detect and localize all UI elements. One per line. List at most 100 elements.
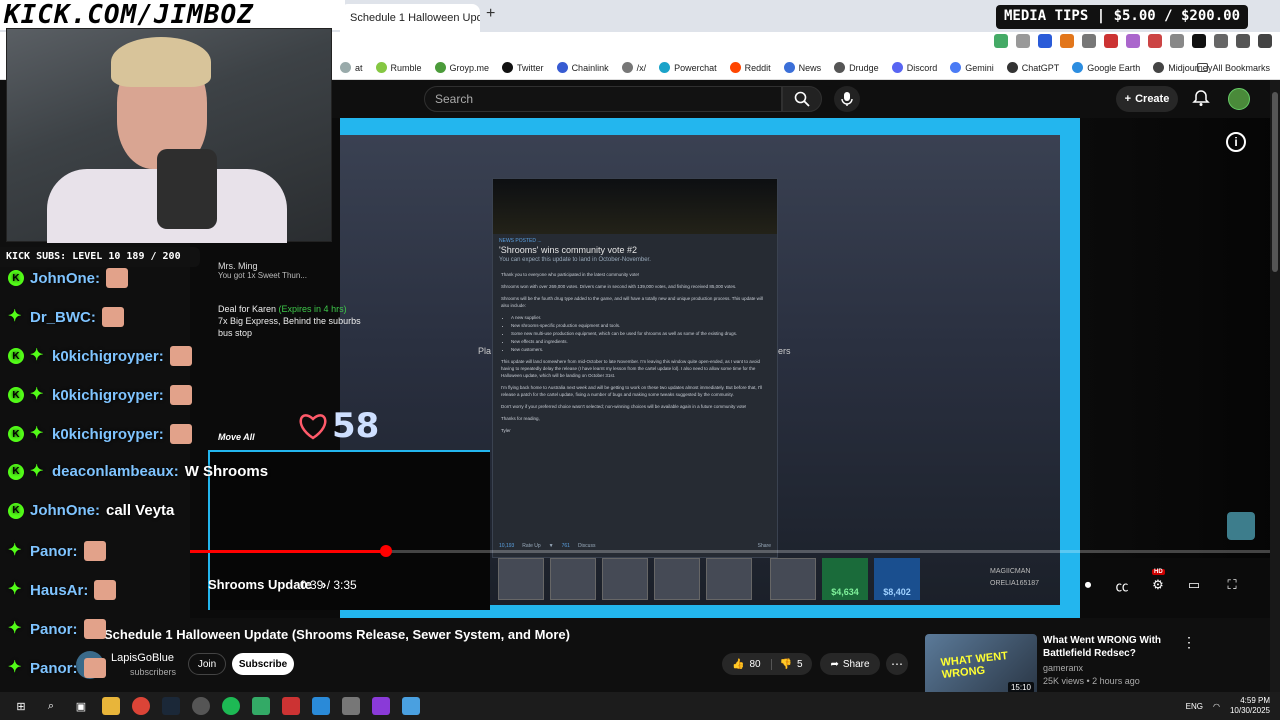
chat-username[interactable]: k0kichigroyper:	[52, 426, 164, 443]
metamask-icon[interactable]	[1060, 34, 1074, 48]
bookmark-reddit[interactable]: Reddit	[729, 62, 771, 73]
kick-badge-icon: K	[8, 387, 24, 403]
news-list-item: New shrooms-specific production equipmen…	[511, 322, 763, 329]
news-share-button[interactable]: Share	[758, 543, 771, 549]
chat-username[interactable]: Panor:	[30, 543, 78, 560]
bookmark-chatgpt[interactable]: ChatGPT	[1006, 62, 1059, 73]
kick-badge-icon: K	[8, 348, 24, 364]
move-all-label: Move All	[218, 432, 255, 442]
notifications-bell-icon[interactable]	[1192, 89, 1210, 107]
chat-username[interactable]: Dr_BWC:	[30, 309, 96, 326]
captions-icon[interactable]: ㏄	[1112, 576, 1132, 594]
app-icon[interactable]	[282, 697, 300, 715]
bookmark-groyp-me[interactable]: Groyp.me	[434, 62, 489, 73]
info-icon[interactable]: i	[1226, 132, 1246, 152]
extension-6-icon[interactable]	[1170, 34, 1184, 48]
bookmark-at[interactable]: at	[340, 62, 363, 73]
video-player[interactable]: Mrs. Ming You got 1x Sweet Thun... Deal …	[190, 118, 1280, 618]
chat-text: W Shrooms	[184, 463, 269, 480]
rate-up-button[interactable]: Rate Up	[522, 543, 540, 549]
windows-start-icon[interactable]: ⊞	[12, 697, 30, 715]
chat-message: K JohnOne:	[8, 268, 128, 288]
share-button[interactable]: ➦ Share	[820, 653, 880, 675]
search-icon[interactable]: ⌕	[42, 697, 60, 715]
spotify-icon[interactable]	[222, 697, 240, 715]
browser-tab-active[interactable]: Schedule 1 Halloween Upda 🔊 ✕	[340, 4, 480, 32]
create-button[interactable]: + Create	[1116, 86, 1178, 112]
new-tab-button[interactable]: +	[486, 6, 502, 22]
app-icon[interactable]	[372, 697, 390, 715]
clock[interactable]: 4:59 PM 10/30/2025	[1230, 696, 1270, 716]
theater-mode-icon[interactable]: ▭	[1184, 576, 1204, 594]
wifi-icon[interactable]: ◠	[1213, 702, 1220, 711]
language-indicator[interactable]: ENG	[1186, 702, 1203, 711]
search-input[interactable]: Search	[424, 86, 782, 112]
stream-chat: K JohnOne: ✦ Dr_BWC: K ✦ k0kichigroyper: K ✦ k0ki…	[0, 262, 268, 678]
chat-emote	[169, 385, 192, 405]
task-view-icon[interactable]: ▣	[72, 697, 90, 715]
bookmark-twitter[interactable]: Twitter	[502, 62, 544, 73]
autoplay-toggle[interactable]: ⏺	[1078, 576, 1098, 594]
page-scrollbar[interactable]	[1270, 80, 1280, 692]
puzzle-icon[interactable]	[1214, 34, 1228, 48]
voice-search-button[interactable]	[834, 86, 860, 112]
recommended-thumbnail[interactable]: WHAT WENT WRONG 15:10	[925, 634, 1037, 696]
chat-username[interactable]: Panor:	[30, 621, 78, 638]
more-actions-button[interactable]: ⋯	[886, 653, 908, 675]
app-icon[interactable]	[342, 697, 360, 715]
fullscreen-icon[interactable]: ⛶	[1222, 576, 1242, 594]
bookmark-chainlink[interactable]: Chainlink	[556, 62, 609, 73]
app-icon[interactable]	[312, 697, 330, 715]
app-icon[interactable]	[252, 697, 270, 715]
chat-username[interactable]: k0kichigroyper:	[52, 348, 164, 365]
extension-3-icon[interactable]	[1104, 34, 1118, 48]
obs-icon[interactable]	[192, 697, 210, 715]
chrome-icon[interactable]	[132, 697, 150, 715]
bookmark-news[interactable]: News	[783, 62, 821, 73]
chat-username[interactable]: k0kichigroyper:	[52, 387, 164, 404]
extension-1-icon[interactable]	[1038, 34, 1052, 48]
recommended-title[interactable]: What Went WRONG With Battlefield Redsec?	[1043, 634, 1183, 660]
extension-2-icon[interactable]	[1082, 34, 1096, 48]
media-icon[interactable]	[1236, 34, 1250, 48]
progress-bar[interactable]	[190, 545, 1280, 557]
steam-icon[interactable]	[162, 697, 180, 715]
all-bookmarks[interactable]: All Bookmarks	[1197, 63, 1270, 73]
extension-5-icon[interactable]	[1148, 34, 1162, 48]
bookmark-discord[interactable]: Discord	[891, 62, 937, 73]
bookmark-drudge[interactable]: Drudge	[834, 62, 879, 73]
settings-gear-icon[interactable]: ⚙	[1148, 576, 1168, 594]
bookmark--x-[interactable]: /x/	[621, 62, 646, 73]
subscribe-button[interactable]: Subscribe	[232, 653, 294, 675]
chat-username[interactable]: HausAr:	[30, 582, 88, 599]
bookmark-rumble[interactable]: Rumble	[375, 62, 422, 73]
chat-username[interactable]: JohnOne:	[30, 502, 100, 519]
deal-body: 7x Big Express, Behind the suburbs bus s…	[218, 316, 361, 338]
join-button[interactable]: Join	[188, 653, 226, 675]
dislike-button[interactable]: 👎 5	[772, 659, 811, 670]
bookmark-google-earth[interactable]: Google Earth	[1072, 62, 1140, 73]
discuss-button[interactable]: Discuss	[578, 543, 596, 549]
file-explorer-icon[interactable]	[102, 697, 120, 715]
app-icon[interactable]	[402, 697, 420, 715]
chat-username[interactable]: Panor:	[30, 660, 78, 677]
scrollbar-thumb[interactable]	[1272, 92, 1278, 272]
account-avatar[interactable]	[1228, 88, 1250, 110]
recommended-more-icon[interactable]: ⋮	[1182, 634, 1196, 651]
search-button[interactable]	[782, 86, 822, 112]
recommended-channel[interactable]: gameranx	[1043, 663, 1083, 673]
chapter-button[interactable]: Shrooms Update ›	[208, 577, 326, 592]
menu-icon[interactable]	[1258, 34, 1272, 48]
extension-4-icon[interactable]	[1126, 34, 1140, 48]
like-button[interactable]: 👍 80	[722, 658, 772, 670]
thumbs-down-icon[interactable]: ▼	[549, 543, 554, 549]
chat-emote	[83, 619, 106, 639]
x-ext-icon[interactable]	[1192, 34, 1206, 48]
star-icon[interactable]	[1016, 34, 1030, 48]
channel-name[interactable]: LapisGoBlue	[111, 652, 174, 664]
bookmark-powerchat[interactable]: Powerchat	[659, 62, 717, 73]
install-icon[interactable]	[994, 34, 1008, 48]
chat-username[interactable]: JohnOne:	[30, 270, 100, 287]
chat-username[interactable]: deaconlambeaux:	[52, 463, 179, 480]
bookmark-gemini[interactable]: Gemini	[950, 62, 994, 73]
